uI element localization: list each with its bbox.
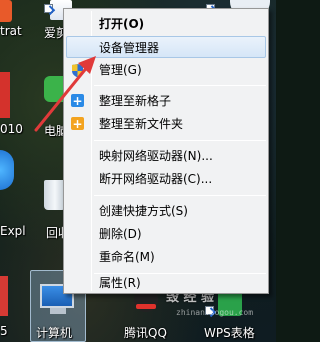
annotation-arrow-icon [34, 56, 96, 132]
